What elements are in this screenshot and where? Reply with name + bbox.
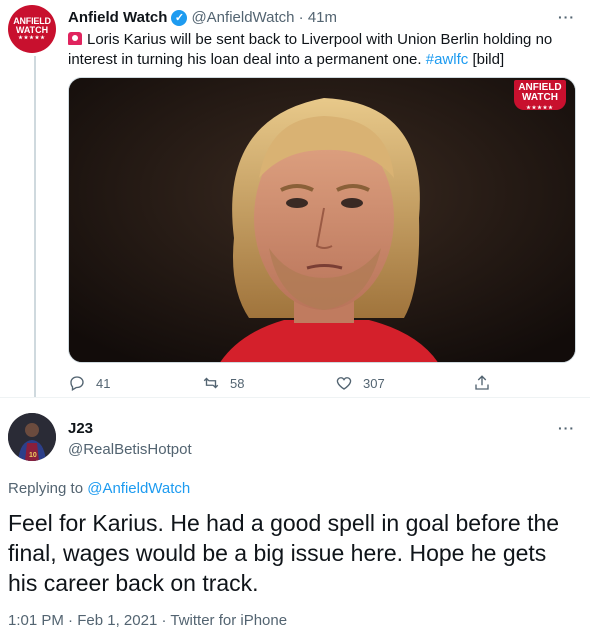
reply-count: 41 — [96, 375, 111, 391]
siren-emoji-icon — [68, 32, 82, 45]
retweet-icon — [203, 377, 219, 389]
reply-text: Feel for Karius. He had a good spell in … — [8, 510, 560, 596]
media-watermark-logo: ANFIELD WATCH ★★★★★ — [514, 80, 566, 111]
tweet-dot-separator: · — [294, 9, 308, 26]
anfield-watch-avatar[interactable]: ANFIELD WATCH ★★★★★ — [8, 5, 56, 53]
tweet-text: Loris Karius will be sent back to Liverp… — [68, 30, 568, 70]
like-action[interactable]: 307 — [335, 374, 385, 392]
like-count: 307 — [363, 375, 385, 391]
reply-handle[interactable]: @RealBetisHotpot — [68, 441, 192, 458]
tweet-separator — [0, 397, 590, 398]
avatar-stars: ★★★★★ — [18, 35, 46, 41]
tweet-time[interactable]: 41m — [308, 9, 337, 26]
verified-badge-icon: ✓ — [171, 9, 188, 26]
tweet-tag: [bild] — [472, 51, 505, 68]
retweet-action[interactable]: 58 — [202, 374, 244, 392]
retweet-count: 58 — [230, 375, 245, 391]
replying-to-line: Replying to @AnfieldWatch — [8, 480, 191, 497]
share-action[interactable] — [473, 374, 501, 392]
reply-display-name[interactable]: J23 — [68, 420, 93, 437]
replying-to-handle-link[interactable]: @AnfieldWatch — [87, 480, 190, 497]
thread-connector-line — [34, 56, 36, 398]
reply-more-icon[interactable]: ··· — [558, 420, 575, 436]
reply-date[interactable]: Feb 1, 2021 — [77, 612, 157, 629]
reply-icon — [70, 376, 84, 391]
hashtag-link[interactable]: #awlfc — [426, 51, 469, 68]
more-icon[interactable]: ··· — [558, 9, 575, 25]
tweet-header: Anfield Watch ✓ @AnfieldWatch · 41m — [68, 9, 337, 26]
share-icon — [475, 375, 489, 390]
like-icon — [336, 377, 352, 390]
svg-text:10: 10 — [29, 452, 37, 459]
reply-meta: 1:01 PM · Feb 1, 2021 · Twitter for iPho… — [8, 612, 288, 629]
tweet-media-photo[interactable] — [68, 77, 576, 363]
tweet-handle[interactable]: @AnfieldWatch — [191, 9, 294, 26]
j23-avatar[interactable]: 10 — [8, 413, 56, 461]
tweet-display-name[interactable]: Anfield Watch — [68, 9, 167, 26]
reply-time[interactable]: 1:01 PM — [8, 612, 64, 629]
reply-source[interactable]: Twitter for iPhone — [170, 612, 287, 629]
reply-action[interactable]: 41 — [68, 374, 110, 392]
